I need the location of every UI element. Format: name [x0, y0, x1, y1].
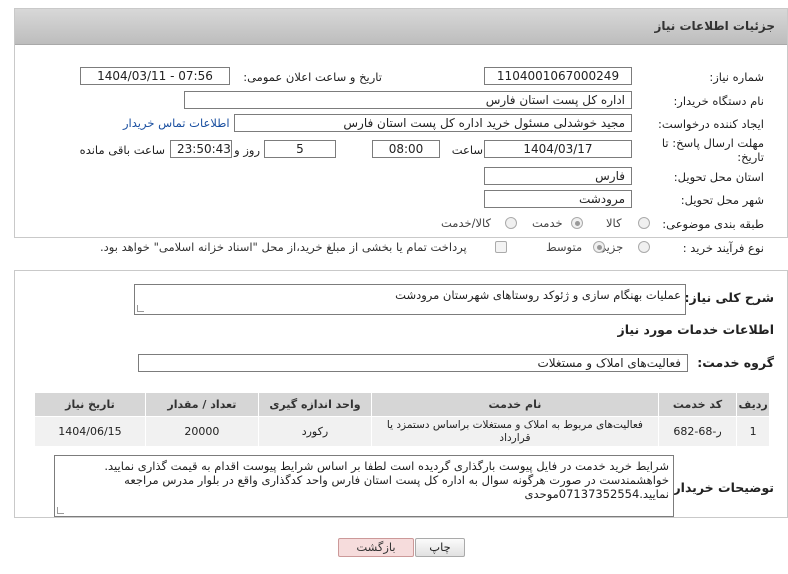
- province-field[interactable]: فارس: [484, 167, 632, 185]
- deadline-date-field[interactable]: 1404/03/17: [484, 140, 632, 158]
- back-button[interactable]: بازگشت: [338, 538, 414, 557]
- service-unit: رکورد: [257, 416, 372, 447]
- buyer-contact-link[interactable]: اطلاعات تماس خریدار: [123, 116, 230, 130]
- resize-grip-icon[interactable]: [137, 305, 144, 312]
- service-group-label: گروه خدمت:: [697, 355, 774, 370]
- city-label: شهر محل تحویل:: [680, 193, 764, 207]
- purchase-medium-label: متوسط: [546, 240, 583, 254]
- row-index: 1: [736, 416, 770, 447]
- creator-label: ایجاد کننده درخواست:: [658, 117, 764, 131]
- service-date: 1404/06/15: [34, 416, 146, 447]
- category-goods-service-label: کالا/خدمت: [441, 216, 492, 230]
- category-goods-label: کالا: [606, 216, 622, 230]
- category-service-radio[interactable]: [571, 217, 583, 229]
- category-label: طبقه بندی موضوعی:: [662, 217, 764, 231]
- purchase-medium-radio[interactable]: [593, 241, 605, 253]
- table-row[interactable]: 1 ر-68-682 فعالیت‌های مربوط به املاک و م…: [34, 416, 770, 447]
- need-number-label: شماره نیاز:: [709, 70, 764, 84]
- buyer-org-label: نام دستگاه خریدار:: [673, 94, 764, 108]
- category-service-label: خدمت: [532, 216, 563, 230]
- table-header-row: ردیف کد خدمت نام خدمت واحد اندازه گیری ت…: [34, 392, 770, 417]
- services-section-title: اطلاعات خدمات مورد نیاز: [617, 322, 775, 337]
- city-field[interactable]: مرودشت: [484, 190, 632, 208]
- treasury-payment-note: پرداخت تمام یا بخشی از مبلغ خرید،از محل …: [100, 240, 467, 254]
- days-label: روز و: [234, 143, 260, 157]
- resize-grip-icon[interactable]: [57, 507, 64, 514]
- purchase-minor-radio[interactable]: [638, 241, 650, 253]
- summary-text: عملیات بهنگام سازی و ژئوکد روستاهای شهرس…: [395, 288, 681, 302]
- service-name: فعالیت‌های مربوط به املاک و مستغلات براس…: [370, 416, 659, 447]
- purchase-type-label: نوع فرآیند خرید :: [682, 241, 764, 255]
- panel-title: جزئیات اطلاعات نیاز: [654, 19, 775, 33]
- buyer-notes-textarea[interactable]: شرایط خرید خدمت در فایل پیوست بارگذاری گ…: [54, 455, 674, 517]
- creator-field[interactable]: مجید خوشدلی مسئول خرید اداره کل پست استا…: [234, 114, 632, 132]
- deadline-time-field[interactable]: 08:00: [372, 140, 440, 158]
- buyer-org-field[interactable]: اداره کل پست استان فارس: [184, 91, 632, 109]
- deadline-label: مهلت ارسال پاسخ: تا تاریخ:: [661, 136, 764, 164]
- col-unit-header: واحد اندازه گیری: [257, 392, 372, 417]
- col-row-header: ردیف: [736, 392, 770, 417]
- treasury-payment-checkbox[interactable]: [495, 241, 507, 253]
- province-label: استان محل تحویل:: [673, 170, 764, 184]
- col-name-header: نام خدمت: [370, 392, 659, 417]
- col-code-header: کد خدمت: [657, 392, 738, 417]
- announce-datetime-label: تاریخ و ساعت اعلان عمومی:: [243, 70, 382, 84]
- category-goods-radio[interactable]: [638, 217, 650, 229]
- panel-header: جزئیات اطلاعات نیاز: [15, 9, 787, 45]
- days-remaining-field[interactable]: 5: [264, 140, 336, 158]
- service-code: ر-68-682: [657, 416, 738, 447]
- service-qty: 20000: [144, 416, 259, 447]
- remaining-time-label: ساعت باقی مانده: [79, 143, 165, 157]
- col-date-header: تاریخ نیاز: [34, 392, 146, 417]
- col-qty-header: تعداد / مقدار: [144, 392, 259, 417]
- buyer-notes-label: توضیحات خریدار:: [668, 480, 774, 495]
- buyer-notes-text: شرایط خرید خدمت در فایل پیوست بارگذاری گ…: [104, 459, 669, 501]
- print-button[interactable]: چاپ: [415, 538, 465, 557]
- category-goods-service-radio[interactable]: [505, 217, 517, 229]
- services-table: ردیف کد خدمت نام خدمت واحد اندازه گیری ت…: [34, 392, 770, 447]
- remaining-time-field[interactable]: 23:50:43: [170, 140, 232, 158]
- summary-textarea[interactable]: عملیات بهنگام سازی و ژئوکد روستاهای شهرس…: [134, 284, 686, 315]
- service-group-field[interactable]: فعالیت‌های املاک و مستغلات: [138, 354, 688, 372]
- deadline-time-label: ساعت: [451, 143, 483, 157]
- announce-datetime-field[interactable]: 1404/03/11 - 07:56: [80, 67, 230, 85]
- need-number-field[interactable]: 1104001067000249: [484, 67, 632, 85]
- summary-label: شرح کلی نیاز:: [684, 290, 774, 305]
